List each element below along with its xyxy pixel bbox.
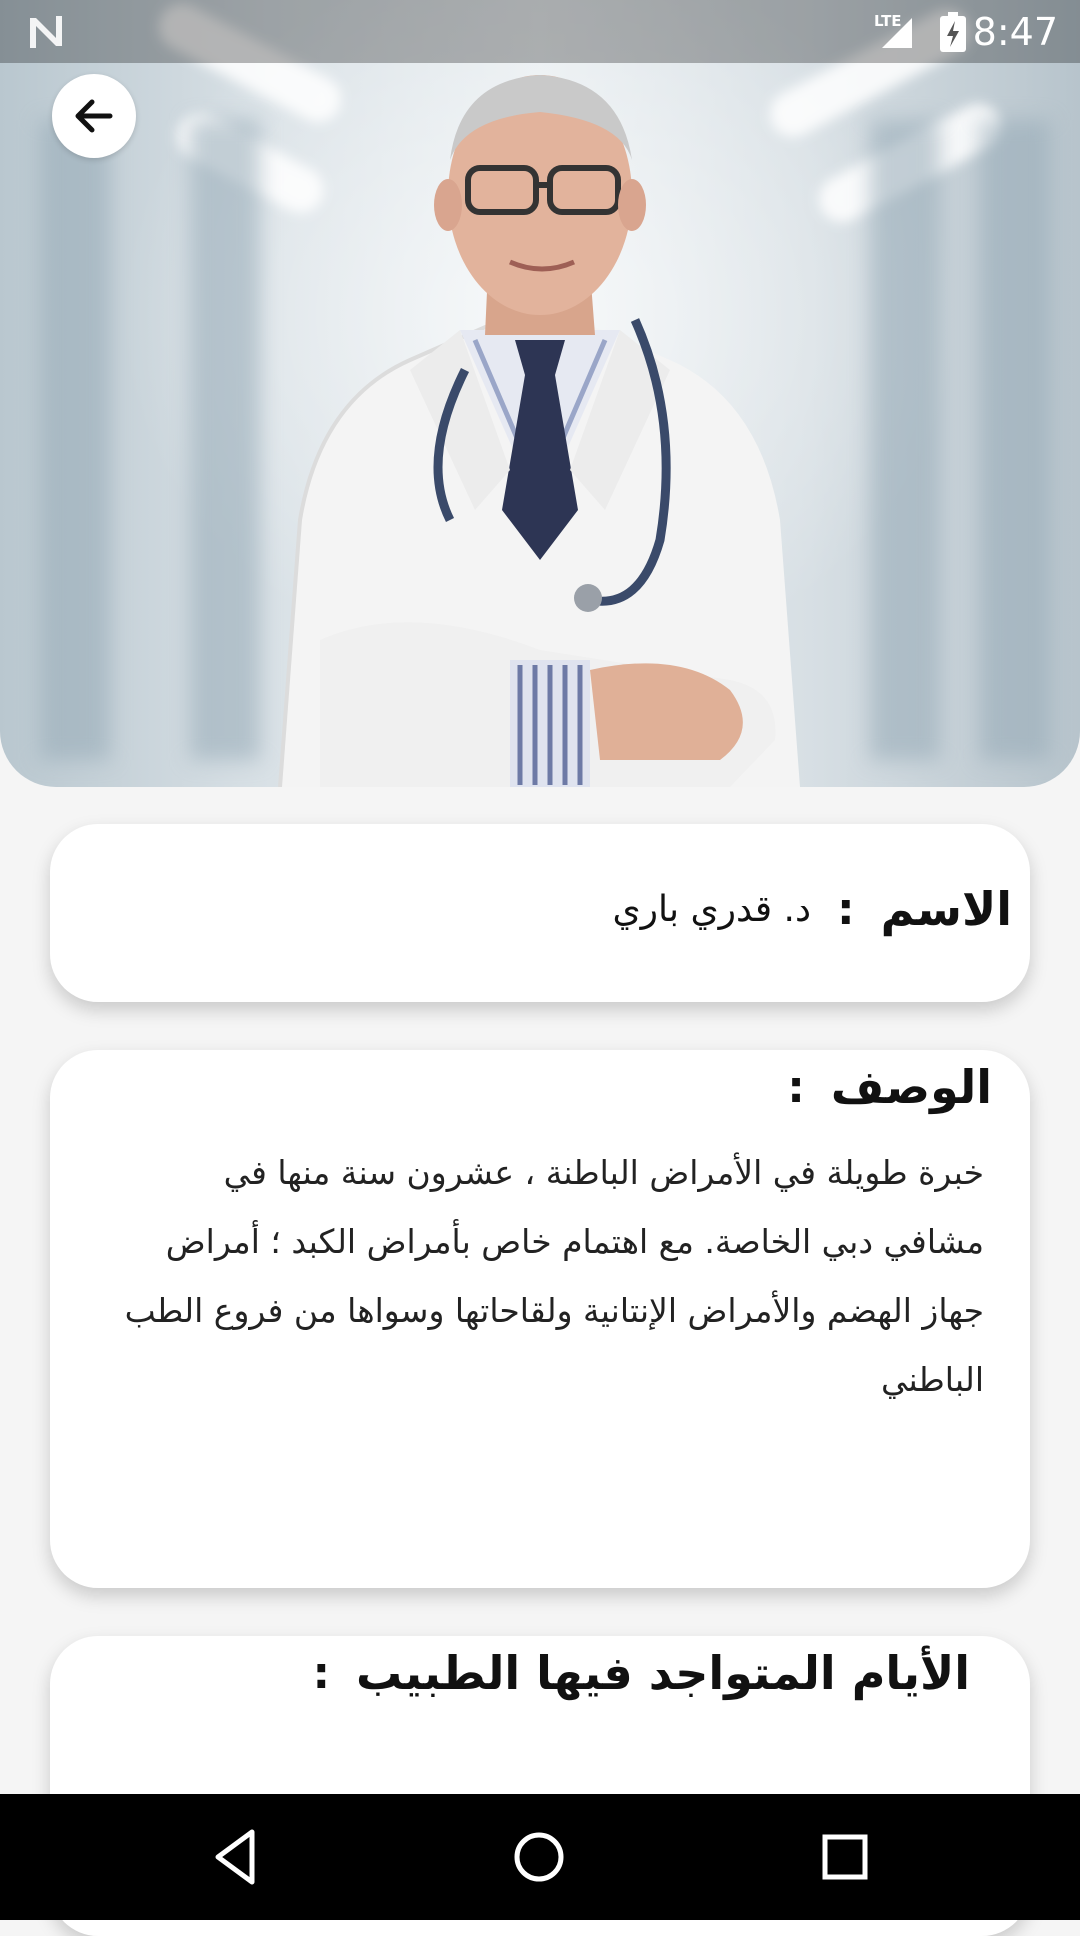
back-triangle-icon[interactable] [204,1824,270,1890]
battery-charging-icon [940,12,966,52]
clock: 8:47 [972,10,1058,54]
back-button[interactable] [52,74,136,158]
name-card: الاسم : د. قدري باري [50,824,1030,1002]
description-card: الوصف : خبرة طويلة في الأمراض الباطنة ، … [50,1050,1030,1588]
available-days-separator: : [312,1647,331,1699]
description-text: خبرة طويلة في الأمراض الباطنة ، عشرون سن… [124,1153,984,1399]
available-days-label: الأيام المتواجد فيها الطبيب [356,1646,970,1700]
doctor-illustration [278,75,800,787]
recents-square-icon[interactable] [812,1824,878,1890]
n-logo-icon [30,16,62,48]
name-separator: : [837,883,855,935]
doctor-photo [0,0,1080,787]
system-nav-bar [0,1794,1080,1920]
name-label: الاسم [880,882,1012,936]
description-label: الوصف [830,1060,992,1114]
description-separator: : [787,1061,805,1113]
status-bar: LTE 8:47 [0,0,1080,63]
doctor-name: د. قدري باري [612,888,812,930]
home-circle-icon[interactable] [506,1824,572,1890]
signal-icon [882,18,912,48]
arrow-left-icon [75,99,113,133]
